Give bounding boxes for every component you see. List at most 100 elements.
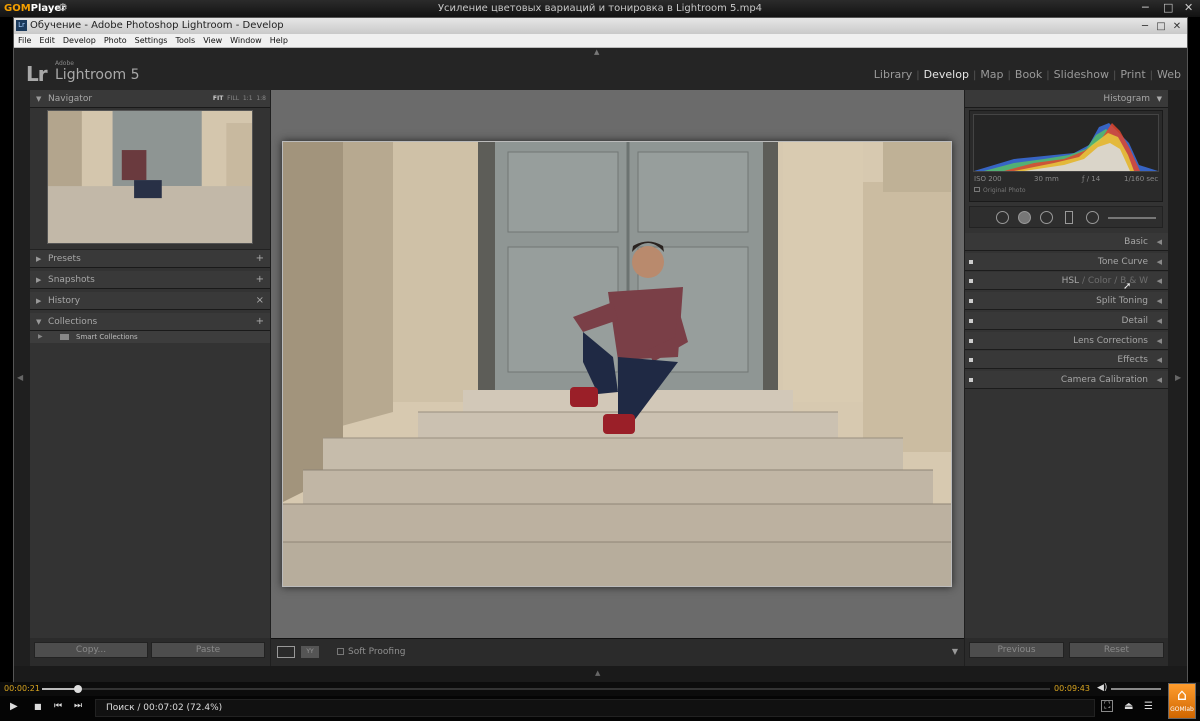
reset-button[interactable]: Reset: [1069, 642, 1164, 658]
play-icon[interactable]: ▶: [10, 701, 18, 712]
menu-view[interactable]: View: [199, 34, 226, 48]
right-panel: Histogram ▼ ISO 200 30 mm ƒ / 14 1/160 s…: [965, 90, 1168, 638]
toggle-switch-icon[interactable]: [969, 378, 973, 382]
module-book[interactable]: Book: [1011, 68, 1046, 81]
menu-develop[interactable]: Develop: [59, 34, 100, 48]
red-eye-icon[interactable]: [1040, 211, 1053, 224]
camera-calibration-section[interactable]: Camera Calibration ◀: [965, 371, 1168, 389]
clear-history-button[interactable]: ×: [256, 292, 264, 310]
lens-corrections-section[interactable]: Lens Corrections ◀: [965, 332, 1168, 350]
module-develop[interactable]: Develop: [920, 68, 973, 81]
seek-bar[interactable]: [42, 685, 1050, 693]
navigator-preview[interactable]: [47, 110, 253, 244]
module-slideshow[interactable]: Slideshow: [1050, 68, 1113, 81]
volume-icon[interactable]: ◀): [1097, 683, 1107, 693]
smart-collections-item[interactable]: ▶ Smart Collections: [30, 331, 270, 343]
menu-edit[interactable]: Edit: [35, 34, 59, 48]
zoom-fit[interactable]: FIT: [213, 95, 223, 102]
menu-photo[interactable]: Photo: [100, 34, 131, 48]
module-map[interactable]: Map: [976, 68, 1007, 81]
collections-header[interactable]: ▼ Collections +: [30, 313, 270, 331]
toggle-switch-icon[interactable]: [969, 358, 973, 362]
gomlab-label: GOMlab: [1170, 706, 1194, 713]
collapsed-triangle-icon: ◀: [1156, 317, 1162, 325]
collapse-top-icon[interactable]: ▲: [594, 48, 599, 56]
menu-tools[interactable]: Tools: [171, 34, 199, 48]
main-photo[interactable]: [282, 141, 952, 587]
lr-logo: Lr: [26, 62, 48, 86]
presets-header[interactable]: ▶ Presets +: [30, 250, 270, 268]
menu-icon[interactable]: ☰: [1144, 701, 1153, 712]
zoom-1-8[interactable]: 1:8: [256, 95, 266, 102]
module-library[interactable]: Library: [870, 68, 916, 81]
maximize-icon[interactable]: □: [1163, 2, 1173, 14]
spot-removal-icon[interactable]: [1018, 211, 1031, 224]
add-collection-button[interactable]: +: [256, 313, 264, 331]
gomlab-button[interactable]: ⌂ GOMlab: [1168, 683, 1196, 719]
maximize-icon[interactable]: □: [1153, 19, 1169, 35]
gom-title-bar: GOMPlayer ⚙ Усиление цветовых вариаций и…: [0, 0, 1200, 17]
module-web[interactable]: Web: [1153, 68, 1185, 81]
before-after-view-icon[interactable]: YY: [301, 646, 319, 658]
minimize-icon[interactable]: ─: [1137, 19, 1153, 35]
focal-length: 30 mm: [1034, 175, 1059, 183]
hsl-section[interactable]: HSL / Color / B & W ◀: [965, 272, 1168, 290]
radial-filter-icon[interactable]: [1086, 211, 1099, 224]
volume-slider[interactable]: [1111, 688, 1161, 690]
crop-tool-icon[interactable]: [996, 211, 1009, 224]
original-photo-label[interactable]: Original Photo: [974, 187, 1026, 194]
histogram-header[interactable]: Histogram ▼: [965, 90, 1168, 108]
expand-filmstrip-icon[interactable]: ▲: [595, 669, 600, 677]
toolbar-menu-triangle-icon[interactable]: ▼: [952, 647, 958, 656]
collapse-right-icon[interactable]: ▶: [1175, 373, 1181, 382]
add-preset-button[interactable]: +: [256, 250, 264, 268]
detail-section[interactable]: Detail ◀: [965, 312, 1168, 330]
seek-area: 00:00:21 00:09:43 ◀): [0, 682, 1200, 696]
split-toning-section[interactable]: Split Toning ◀: [965, 292, 1168, 310]
toggle-switch-icon[interactable]: [969, 260, 973, 264]
close-icon[interactable]: ✕: [1184, 2, 1193, 14]
history-header[interactable]: ▶ History ×: [30, 292, 270, 310]
tone-curve-section[interactable]: Tone Curve ◀: [965, 253, 1168, 271]
fullscreen-icon[interactable]: ⛶: [1101, 700, 1114, 712]
add-snapshot-button[interactable]: +: [256, 271, 264, 289]
expand-triangle-icon: ▼: [1156, 95, 1162, 103]
tab-hsl[interactable]: HSL: [1062, 276, 1080, 286]
image-canvas[interactable]: [271, 90, 964, 638]
adjustment-brush-slider[interactable]: [1108, 217, 1156, 219]
snapshots-header[interactable]: ▶ Snapshots +: [30, 271, 270, 289]
copy-button[interactable]: Copy...: [34, 642, 148, 658]
paste-button[interactable]: Paste: [151, 642, 265, 658]
stop-icon[interactable]: ■: [34, 702, 42, 711]
effects-section[interactable]: Effects ◀: [965, 351, 1168, 369]
module-print[interactable]: Print: [1116, 68, 1149, 81]
next-icon[interactable]: ⏭: [74, 701, 82, 711]
tab-color[interactable]: Color: [1088, 276, 1112, 286]
previous-icon[interactable]: ⏮: [54, 701, 62, 711]
menu-settings[interactable]: Settings: [131, 34, 172, 48]
previous-button[interactable]: Previous: [969, 642, 1064, 658]
menu-file[interactable]: File: [14, 34, 35, 48]
histogram[interactable]: ISO 200 30 mm ƒ / 14 1/160 sec Original …: [969, 110, 1163, 202]
basic-section[interactable]: Basic ◀: [965, 233, 1168, 251]
collapse-left-icon[interactable]: ◀: [17, 373, 23, 382]
seek-thumb[interactable]: [74, 685, 83, 693]
zoom-1-1[interactable]: 1:1: [243, 95, 253, 102]
toggle-switch-icon[interactable]: [969, 299, 973, 303]
menu-window[interactable]: Window: [226, 34, 266, 48]
toggle-switch-icon[interactable]: [969, 339, 973, 343]
loupe-view-icon[interactable]: [277, 646, 295, 658]
close-icon[interactable]: ✕: [1169, 19, 1185, 35]
graduated-filter-icon[interactable]: [1065, 211, 1073, 224]
toggle-switch-icon[interactable]: [969, 319, 973, 323]
eject-icon[interactable]: ⏏: [1124, 701, 1133, 712]
minimize-icon[interactable]: ─: [1142, 2, 1149, 14]
navigator-header[interactable]: ▼ Navigator FIT FILL 1:1 1:8: [30, 90, 270, 108]
history-label: History: [48, 296, 81, 306]
navigator-label: Navigator: [48, 94, 93, 104]
soft-proofing-toggle[interactable]: Soft Proofing: [337, 647, 406, 657]
zoom-fill[interactable]: FILL: [227, 95, 239, 102]
toggle-switch-icon[interactable]: [969, 279, 973, 283]
menu-help[interactable]: Help: [266, 34, 292, 48]
exif-info: ISO 200 30 mm ƒ / 14 1/160 sec: [974, 175, 1160, 185]
